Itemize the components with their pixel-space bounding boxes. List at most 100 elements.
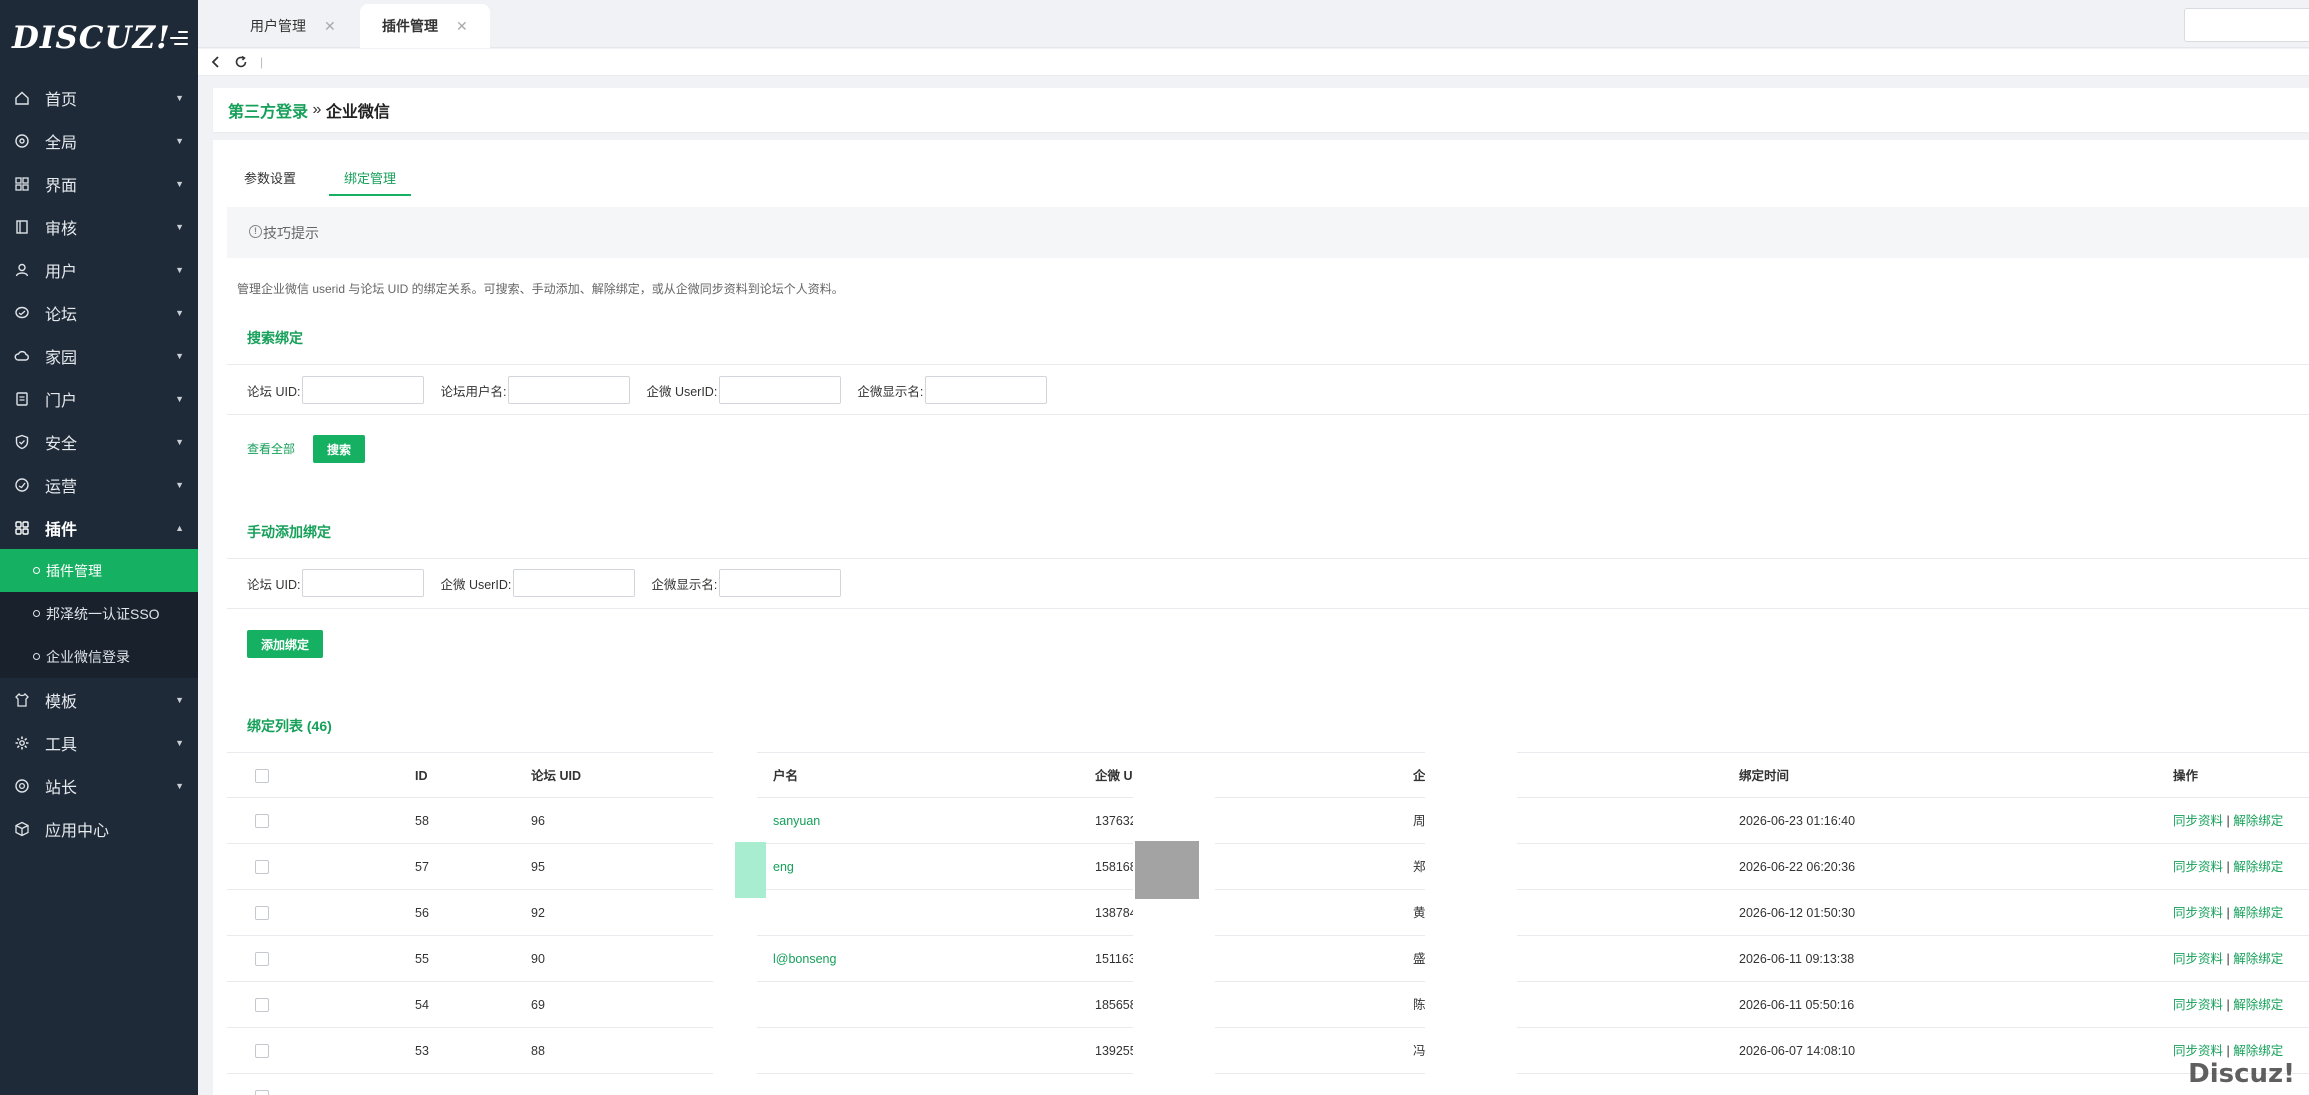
label-uid: 论坛 UID: — [247, 384, 301, 399]
sync-profile-link[interactable]: 同步资料 — [2173, 1044, 2223, 1058]
cell-name[interactable]: l@bonseng — [773, 936, 836, 982]
sidebar-item-star[interactable]: 站长 ▼ — [0, 764, 198, 807]
gear-icon — [13, 734, 31, 752]
sidebar-item-user[interactable]: 用户 ▼ — [0, 248, 198, 291]
header-username: 户名 — [773, 769, 799, 783]
sidebar-item-globe[interactable]: 全局 ▼ — [0, 119, 198, 162]
unbind-link[interactable]: 解除绑定 — [2233, 952, 2283, 966]
unbind-link[interactable]: 解除绑定 — [2233, 998, 2283, 1012]
sync-profile-link[interactable]: 同步资料 — [2173, 952, 2223, 966]
submenu-label: 邦泽统一认证SSO — [46, 605, 160, 622]
row-checkbox[interactable] — [255, 814, 269, 828]
tip-bar[interactable]: ! 技巧提示 — [227, 207, 2309, 258]
apps-icon — [13, 519, 31, 537]
sidebar-item-cube[interactable]: 应用中心 — [0, 807, 198, 850]
unbind-link[interactable]: 解除绑定 — [2233, 860, 2283, 874]
cell-id: 54 — [415, 998, 429, 1012]
row-checkbox[interactable] — [255, 1044, 269, 1058]
table-row: 53 88 139255 冯 2026-06-07 14:08:10 同步资料 | 解除绑… — [227, 1028, 2309, 1074]
manual-uid-input[interactable] — [302, 569, 425, 597]
unbind-link[interactable]: 解除绑定 — [2233, 906, 2283, 920]
header-display: 企 — [1413, 769, 1426, 783]
close-icon[interactable]: ✕ — [456, 18, 468, 35]
sidebar-item-book[interactable]: 审核 ▼ — [0, 205, 198, 248]
caret-down-icon: ▼ — [175, 307, 184, 318]
submenu-item[interactable]: 邦泽统一认证SSO — [0, 592, 198, 635]
manual-userid-input[interactable] — [513, 569, 636, 597]
menu-toggle-icon[interactable] — [170, 27, 188, 49]
search-display-input[interactable] — [925, 376, 1048, 404]
manual-display-input[interactable] — [719, 569, 842, 597]
submenu-item[interactable]: 插件管理 — [0, 549, 198, 592]
divider — [227, 364, 2309, 365]
sidebar-nav: 首页 ▼ 全局 ▼ 界面 ▼ 审核 ▼ 用户 ▼ 论坛 ▼ 家园 ▼ 门户 ▼ 安全 ▼ 运营 ▼ 插件 ▲ — [0, 76, 198, 549]
search-uid-input[interactable] — [302, 376, 425, 404]
sync-profile-link[interactable]: 同步资料 — [2173, 814, 2223, 828]
tab-user-manage[interactable]: 用户管理 ✕ — [230, 4, 340, 48]
refresh-icon[interactable] — [234, 55, 248, 69]
divider — [227, 608, 2309, 609]
sidebar-item-label: 家园 — [45, 349, 78, 367]
chat-icon — [13, 304, 31, 322]
sidebar-item-gear[interactable]: 工具 ▼ — [0, 721, 198, 764]
redaction-mask — [1133, 770, 1215, 1090]
row-actions: 同步资料 | 解除绑定 — [2173, 890, 2283, 936]
row-checkbox[interactable] — [255, 906, 269, 920]
sidebar-nav-lower: 模板 ▼ 工具 ▼ 站长 ▼ 应用中心 — [0, 678, 198, 850]
list-title: 绑定列表 (46) — [247, 718, 332, 734]
submenu-item[interactable]: 企业微信登录 — [0, 635, 198, 678]
cell-userid: 158168 — [1095, 860, 1137, 874]
row-checkbox[interactable] — [255, 1090, 269, 1095]
sidebar-item-shirt[interactable]: 模板 ▼ — [0, 678, 198, 721]
divider — [227, 414, 2309, 415]
caret-down-icon: ▼ — [175, 780, 184, 791]
sidebar-item-document[interactable]: 门户 ▼ — [0, 377, 198, 420]
table-body: 58 96 sanyuan 137632 周 2026-06-23 01:16:40 同步资… — [227, 798, 2309, 1074]
row-checkbox[interactable] — [255, 860, 269, 874]
breadcrumb-separator: » — [308, 101, 326, 118]
cell-name[interactable]: eng — [773, 844, 794, 890]
cell-name[interactable]: sanyuan — [773, 798, 820, 844]
search-button[interactable]: 搜索 — [313, 435, 365, 463]
label-userid: 企微 UserID: — [646, 384, 718, 399]
unbind-link[interactable]: 解除绑定 — [2233, 1044, 2283, 1058]
sync-profile-link[interactable]: 同步资料 — [2173, 906, 2223, 920]
add-binding-button[interactable]: 添加绑定 — [247, 630, 323, 658]
search-username-input[interactable] — [508, 376, 631, 404]
tab-settings[interactable]: 参数设置 — [229, 162, 311, 196]
sidebar-item-apps[interactable]: 插件 ▲ — [0, 506, 198, 549]
logo: DISCUZ! — [12, 20, 171, 56]
row-checkbox[interactable] — [255, 998, 269, 1012]
sidebar: DISCUZ! 首页 ▼ 全局 ▼ 界面 ▼ 审核 ▼ 用户 ▼ 论坛 ▼ 家园 ▼ 门户 ▼ 安全 ▼ 运营 ▼ 插件… — [0, 0, 198, 1095]
top-search-input[interactable] — [2184, 8, 2309, 42]
sidebar-item-label: 模板 — [45, 693, 78, 711]
sidebar-item-gauge[interactable]: 运营 ▼ — [0, 463, 198, 506]
row-checkbox[interactable] — [255, 952, 269, 966]
sidebar-item-shield[interactable]: 安全 ▼ — [0, 420, 198, 463]
search-userid-input[interactable] — [719, 376, 842, 404]
cell-time: 2026-06-11 09:13:38 — [1739, 952, 1855, 966]
manual-fields: 论坛 UID: 企微 UserID: 企微显示名: — [247, 569, 857, 597]
tab-binding[interactable]: 绑定管理 — [329, 162, 412, 196]
cell-display: 周 — [1413, 814, 1426, 828]
sidebar-item-chat[interactable]: 论坛 ▼ — [0, 291, 198, 334]
unbind-link[interactable]: 解除绑定 — [2233, 814, 2283, 828]
select-all-checkbox[interactable] — [255, 769, 269, 783]
circle-icon — [33, 567, 40, 574]
table-row: 56 92 138784 黄 2026-06-12 01:50:30 同步资料 | 解除绑… — [227, 890, 2309, 936]
close-icon[interactable]: ✕ — [324, 18, 336, 35]
sync-profile-link[interactable]: 同步资料 — [2173, 998, 2223, 1012]
sidebar-item-home[interactable]: 首页 ▼ — [0, 76, 198, 119]
caret-down-icon: ▼ — [175, 135, 184, 146]
sync-profile-link[interactable]: 同步资料 — [2173, 860, 2223, 874]
tab-plugin-manage[interactable]: 插件管理 ✕ — [360, 4, 490, 48]
back-icon[interactable] — [210, 56, 222, 68]
caret-down-icon: ▼ — [175, 436, 184, 447]
header-id: ID — [415, 769, 428, 783]
caret-down-icon: ▼ — [175, 479, 184, 490]
breadcrumb-parent[interactable]: 第三方登录 — [228, 98, 308, 122]
view-all-link[interactable]: 查看全部 — [247, 440, 295, 457]
sidebar-item-grid[interactable]: 界面 ▼ — [0, 162, 198, 205]
sidebar-item-cloud[interactable]: 家园 ▼ — [0, 334, 198, 377]
breadcrumb-current: 企业微信 — [325, 104, 390, 121]
